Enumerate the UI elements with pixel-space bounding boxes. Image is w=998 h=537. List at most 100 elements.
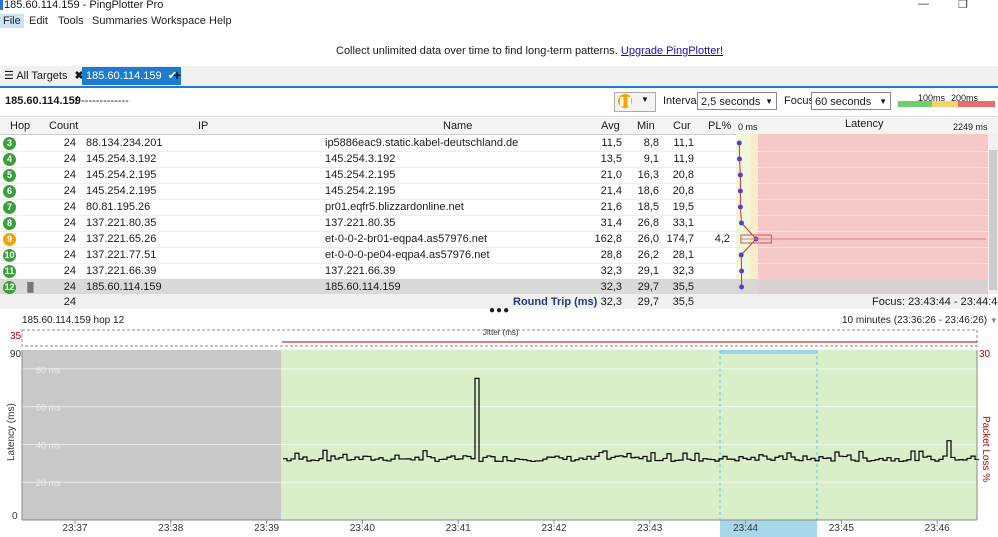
hop-ip: 145.254.2.195 [86,169,157,181]
hop-name: 185.60.114.159 [325,281,401,293]
time-label: 23:46 [925,523,950,534]
hop-cur: 11,9 [673,153,694,165]
interval-label: Interval [663,95,700,107]
time-label: 23:44 [733,523,758,534]
hop-min: 18,6 [637,185,659,197]
splitter-handle[interactable]: ●●● [489,305,510,316]
window-title: 185.60.114.159 - PingPlotter Pro [4,0,164,11]
graph-range-label: 10 minutes (23:36:26 - 23:46:26) [842,315,988,326]
hop-avg: 28,8 [600,249,622,261]
col-latency[interactable]: Latency [845,118,884,130]
upgrade-link[interactable]: Upgrade PingPlotter! [621,45,723,57]
hop-avg: 31,4 [600,217,622,229]
menu-workspace[interactable]: Workspace [149,15,208,27]
hop-min: 26,0 [637,233,659,245]
add-tab-button[interactable]: + [173,67,181,83]
col-avg[interactable]: Avg [601,120,620,132]
menu-summaries[interactable]: Summaries [90,15,150,27]
y-max-label: 90 [10,349,22,360]
col-hop[interactable]: Hop [10,120,30,132]
hop-number: 8 [3,217,16,230]
hop-cur: 20,8 [672,185,694,197]
col-ip[interactable]: IP [198,120,208,132]
time-label: 23:43 [637,523,662,534]
pause-icon[interactable]: ❚❚ [618,94,633,108]
hop-cur: 20,8 [672,169,694,181]
banner-text: Collect unlimited data over time to find… [336,45,618,57]
jitter-max-label: 35 [10,331,22,342]
col-min[interactable]: Min [637,120,655,132]
focus-marker-top [720,350,817,354]
menu-tools[interactable]: Tools [56,15,86,27]
hop-count: 24 [63,217,76,229]
no-data-region [22,350,281,520]
hop-min: 8,8 [643,137,659,149]
col-count[interactable]: Count [49,120,78,132]
hop-count: 24 [63,169,76,181]
interval-select[interactable]: 2,5 seconds ▼ [697,92,777,110]
latency-point [738,220,744,226]
hop-number: 4 [3,153,16,166]
col-pl[interactable]: PL% [708,120,731,132]
hop-ip: 137.221.80.35 [86,217,157,229]
time-label: 23:40 [350,523,375,534]
graph-range[interactable]: 10 minutes (23:36:26 - 23:46:26) ▼ [842,315,998,326]
time-label: 23:45 [829,523,854,534]
pl-axis-title: Packet Loss % [980,416,991,482]
restore-icon[interactable]: ❐ [958,0,968,11]
col-name[interactable]: Name [443,120,472,132]
time-label: 23:37 [62,523,87,534]
latency-time-graph[interactable]: 35 Jitter (ms) 80 ms 60 ms 40 ms 20 ms 90 0… [0,326,998,537]
focus-value: 60 seconds [815,96,872,108]
interval-value: 2,5 seconds [701,96,761,108]
focus-select[interactable]: 60 seconds ▼ [811,92,891,110]
hop-avg: 11,5 [601,137,622,149]
time-label: 23:41 [446,523,471,534]
menu-edit[interactable]: Edit [27,15,50,27]
latency-point [739,268,745,274]
col-cur[interactable]: Cur [673,120,691,132]
hop-cur: 11,1 [673,137,694,149]
hop-name: pr01.eqfr5.blizzardonline.net [325,201,464,213]
hop-name: et-0-0-0-pe04-eqpa4.as57976.net [325,249,490,261]
hop-ip: 137.221.65.26 [86,233,157,245]
hop-ip: 88.134.234.201 [86,137,163,149]
hop-ip: 80.81.195.26 [86,201,151,213]
hop-name: ip5886eac9.static.kabel-deutschland.de [325,137,519,149]
hop-count: 24 [63,249,76,261]
hop-avg: 32,3 [600,281,622,293]
bar-chart-icon[interactable]: ▐▌ [24,279,37,295]
pl-max-label: 30 [979,349,991,360]
hop-ip: 145.254.2.195 [86,185,157,197]
hop-ip: 137.221.77.51 [86,249,157,261]
hop-count: 24 [63,185,76,197]
chevron-down-icon: ▼ [765,97,773,106]
summary-cur: 35,5 [672,296,694,308]
time-label: 23:42 [541,523,566,534]
hop-min: 29,1 [637,265,659,277]
hop-cur: 28,1 [672,249,694,261]
tab-all-targets[interactable]: ☰ All Targets ✖ [4,69,84,82]
menu-file[interactable]: File [0,14,24,28]
latency-scale-bar [898,101,995,107]
latency-point [739,284,745,290]
latency-point [736,140,742,146]
hop-name: 145.254.3.192 [325,153,396,165]
hop-count: 24 [63,265,76,277]
hop-count: 24 [63,153,76,165]
hop-cur: 174,7 [666,233,694,245]
hop-min: 26,2 [637,249,659,261]
tab-target[interactable]: 185.60.114.159 ✔ [82,67,181,85]
chevron-down-icon[interactable]: ▼ [641,95,649,104]
table-scrollbar-thumb[interactable] [989,150,997,290]
hop-number: 7 [3,201,16,214]
target-address: 185.60.114.159 [5,95,81,107]
latency-trace [736,140,986,290]
hop-cur: 32,3 [672,265,694,277]
menu-help[interactable]: Help [207,15,234,27]
hop-name: 145.254.2.195 [325,169,396,181]
latency-point [737,188,743,194]
minimize-icon[interactable]: — [918,0,929,10]
hop-avg: 162,8 [594,233,622,245]
data-region [281,350,977,520]
